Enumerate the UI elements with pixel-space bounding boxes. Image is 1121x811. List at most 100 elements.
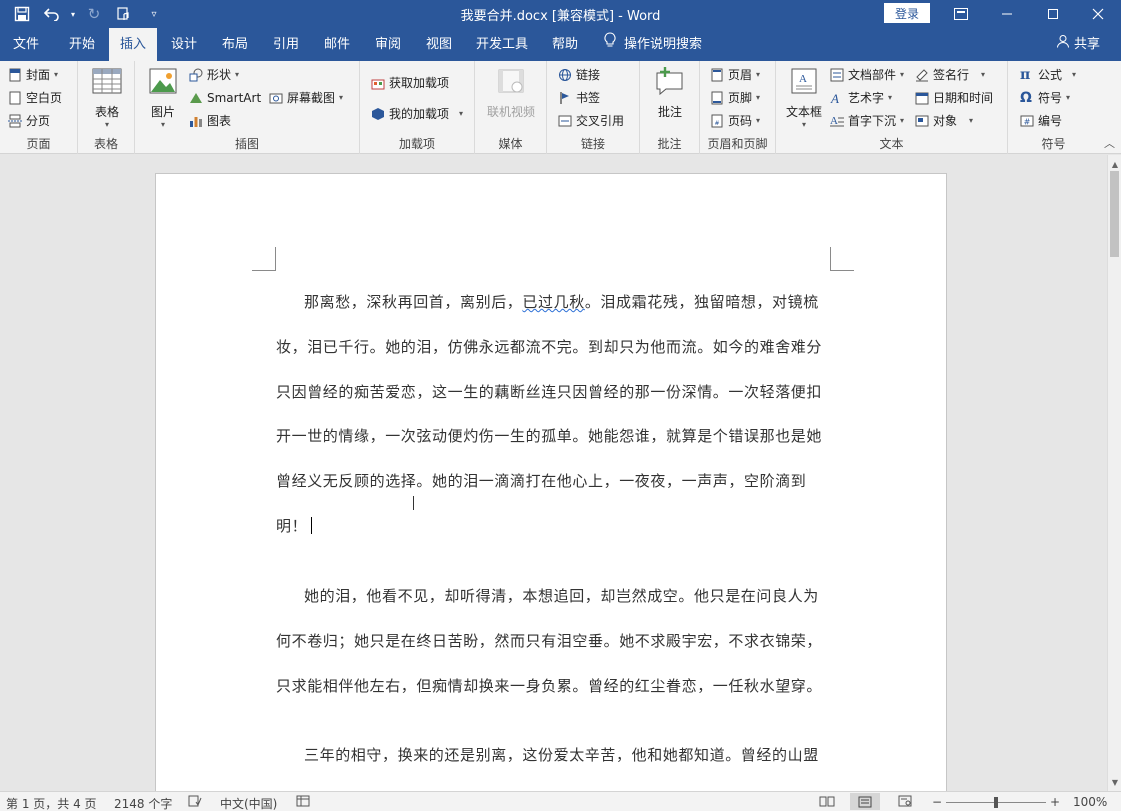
scroll-thumb[interactable] <box>1110 171 1119 257</box>
touch-mode-icon[interactable] <box>110 3 138 25</box>
object-button[interactable]: 对象 ▾ <box>915 110 973 131</box>
group-label: 批注 <box>657 137 682 151</box>
store-icon <box>371 76 385 90</box>
ribbon-display-options-icon[interactable] <box>938 0 984 28</box>
tab-home[interactable]: 开始 <box>56 28 108 61</box>
tab-design[interactable]: 设计 <box>160 28 208 61</box>
header-label: 页眉 <box>728 68 753 82</box>
wordart-icon: A <box>830 91 844 106</box>
tab-view[interactable]: 视图 <box>415 28 463 61</box>
text-box-icon: A <box>791 68 817 94</box>
cover-page-icon <box>8 68 22 82</box>
paragraph-1: 那离愁，深秋再回首，离别后，已过几秋。泪成霜花残，独留暗想，对镜梳妆，泪已千行。… <box>276 280 830 549</box>
footer-button[interactable]: 页脚 ▾ <box>710 87 760 108</box>
tab-references[interactable]: 引用 <box>262 28 310 61</box>
lightbulb-icon <box>604 28 616 61</box>
chevron-down-icon: ▾ <box>339 93 344 102</box>
group-label: 页眉和页脚 <box>707 137 768 151</box>
shapes-button[interactable]: 形状 ▾ <box>189 64 239 85</box>
link-button[interactable]: 链接 <box>558 64 600 85</box>
redo-icon[interactable]: ↻ <box>80 3 108 25</box>
language-indicator[interactable]: 中文(中国) <box>220 795 277 811</box>
chevron-down-icon: ▾ <box>900 70 905 79</box>
scroll-down-icon[interactable]: ▼ <box>1108 775 1121 789</box>
equation-button[interactable]: π 公式 ▾ <box>1020 64 1076 85</box>
signature-line-button[interactable]: 签名行 ▾ <box>915 64 985 85</box>
smartart-button[interactable]: SmartArt <box>189 87 261 108</box>
share-button[interactable]: 共享 <box>1056 28 1100 61</box>
paragraph-3: 三年的相守，换来的还是别离，这份爱太辛苦，他和她都知道。曾经的山盟 <box>304 746 819 764</box>
tab-mailings[interactable]: 邮件 <box>313 28 361 61</box>
chevron-down-icon: ▾ <box>235 70 240 79</box>
online-video-button[interactable]: 联机视频 <box>487 65 535 120</box>
tab-review[interactable]: 审阅 <box>364 28 412 61</box>
save-icon[interactable] <box>8 3 36 25</box>
read-mode-icon[interactable] <box>819 795 835 810</box>
close-icon[interactable] <box>1075 0 1121 28</box>
zoom-out-icon[interactable]: − <box>932 795 942 809</box>
customize-qat-icon[interactable]: ▿ <box>140 3 168 25</box>
page-number-button[interactable]: # 页码 ▾ <box>710 110 760 131</box>
my-addins-button[interactable]: 我的加载项 ▾ <box>371 103 463 124</box>
print-layout-icon[interactable] <box>850 793 880 810</box>
page-number-icon: # <box>710 114 724 128</box>
macro-recording-icon[interactable] <box>296 795 310 810</box>
undo-dropdown-icon[interactable]: ▾ <box>68 3 78 25</box>
chart-label: 图表 <box>207 114 232 128</box>
proofing-icon[interactable] <box>188 795 202 810</box>
wordart-button[interactable]: A 艺术字 ▾ <box>830 87 892 108</box>
pi-icon: π <box>1020 66 1031 83</box>
tab-layout[interactable]: 布局 <box>211 28 259 61</box>
drop-cap-button[interactable]: A 首字下沉 ▾ <box>830 110 904 131</box>
screenshot-button[interactable]: 屏幕截图 ▾ <box>269 87 343 108</box>
zoom-in-icon[interactable]: + <box>1050 795 1060 809</box>
minimize-icon[interactable] <box>984 0 1030 28</box>
chevron-down-icon: ▾ <box>981 70 986 79</box>
numbering-button[interactable]: # 编号 <box>1020 110 1062 131</box>
quick-parts-button[interactable]: 文档部件 ▾ <box>830 64 904 85</box>
chart-button[interactable]: 图表 <box>189 110 231 131</box>
vertical-scrollbar[interactable]: ▲ ▼ <box>1107 155 1121 791</box>
scroll-up-icon[interactable]: ▲ <box>1108 157 1121 171</box>
symbol-button[interactable]: Ω 符号 ▾ <box>1020 87 1070 108</box>
tell-me-search[interactable]: 操作说明搜索 <box>604 28 702 61</box>
tab-developer[interactable]: 开发工具 <box>470 28 534 61</box>
page-break-button[interactable]: 分页 <box>8 110 50 131</box>
group-symbols: π 公式 ▾ Ω 符号 ▾ # 编号 符号 <box>1008 61 1099 154</box>
collapse-ribbon-icon[interactable]: ︿ <box>1104 135 1115 151</box>
shapes-icon <box>189 68 203 82</box>
link-icon <box>558 68 572 82</box>
undo-icon[interactable] <box>38 3 66 25</box>
zoom-slider-handle[interactable] <box>994 797 998 808</box>
date-time-button[interactable]: 日期和时间 <box>915 87 993 108</box>
bookmark-icon <box>558 91 572 105</box>
page-count[interactable]: 第 1 页，共 4 页 <box>6 795 97 811</box>
tab-insert[interactable]: 插入 <box>109 28 157 61</box>
table-button[interactable]: 表格 ▾ <box>91 65 123 129</box>
chevron-down-icon: ▾ <box>756 70 761 79</box>
document-page[interactable]: 那离愁，深秋再回首，离别后，已过几秋。泪成霜花残，独留暗想，对镜梳妆，泪已千行。… <box>155 173 947 791</box>
chevron-down-icon: ▾ <box>888 93 893 102</box>
login-button[interactable]: 登录 <box>884 3 930 23</box>
cross-reference-button[interactable]: 交叉引用 <box>558 110 624 131</box>
get-addins-button[interactable]: 获取加载项 <box>371 72 449 93</box>
maximize-icon[interactable] <box>1030 0 1076 28</box>
web-layout-icon[interactable] <box>898 795 912 810</box>
header-button[interactable]: 页眉 ▾ <box>710 64 760 85</box>
cover-page-button[interactable]: 封面 ▾ <box>8 64 58 85</box>
number-icon: # <box>1020 114 1034 128</box>
text-box-button[interactable]: A 文本框 ▾ <box>786 65 822 129</box>
word-count[interactable]: 2148 个字 <box>114 795 172 811</box>
object-icon <box>915 114 929 128</box>
chevron-down-icon: ▾ <box>756 116 761 125</box>
group-label: 页面 <box>26 137 51 151</box>
picture-button[interactable]: 图片 ▾ <box>147 65 179 129</box>
tab-help[interactable]: 帮助 <box>541 28 589 61</box>
zoom-level[interactable]: 100% <box>1073 795 1107 809</box>
bookmark-button[interactable]: 书签 <box>558 87 600 108</box>
tab-file[interactable]: 文件 <box>0 28 52 61</box>
smartart-icon <box>189 91 203 105</box>
comment-button[interactable]: 批注 <box>654 65 686 120</box>
blank-page-button[interactable]: 空白页 <box>8 87 62 108</box>
smartart-label: SmartArt <box>207 90 262 105</box>
